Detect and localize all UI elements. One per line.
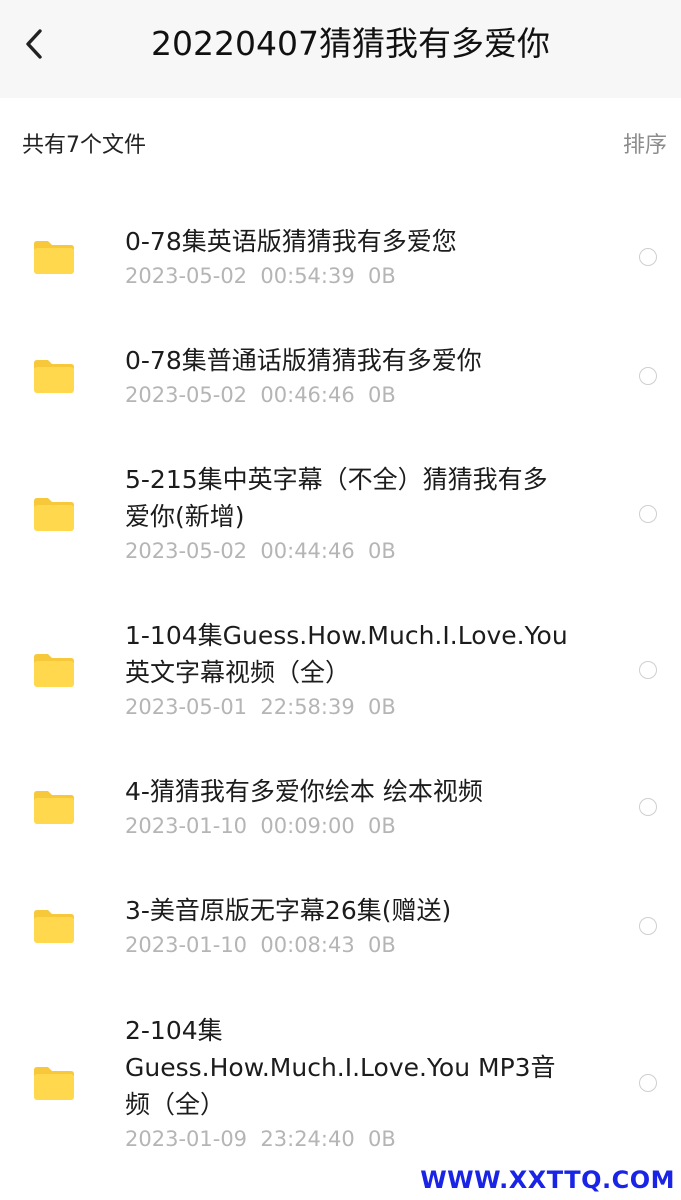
file-row[interactable]: 5-215集中英字幕（不全）猜猜我有多 爱你(新增) 2023-05-02 00:4… [0, 436, 681, 592]
file-name: 2-104集 Guess.How.Much.I.Love.You MP3音 频（全） [125, 1015, 556, 1119]
file-meta: 2023-05-01 22:58:39 0B [125, 695, 396, 719]
file-meta: 2023-05-02 00:44:46 0B [125, 539, 396, 563]
folder-icon [34, 241, 74, 274]
sort-button[interactable]: 排序 [623, 131, 667, 161]
folder-icon [34, 498, 74, 531]
file-row[interactable]: 2-104集 Guess.How.Much.I.Love.You MP3音 频（全）… [0, 986, 681, 1180]
file-row[interactable]: 4-猜猜我有多爱你绘本 绘本视频 2023-01-10 00:09:00 0B [0, 748, 681, 866]
file-meta: 2023-05-02 00:46:46 0B [125, 382, 396, 407]
file-row[interactable]: 0-78集英语版猜猜我有多爱您 2023-05-02 00:54:39 0B [0, 198, 681, 316]
file-count-label: 共有7个文件 [22, 133, 146, 158]
folder-icon [34, 1067, 74, 1100]
select-radio[interactable] [639, 248, 657, 266]
select-radio[interactable] [639, 505, 657, 523]
file-list: 0-78集英语版猜猜我有多爱您 2023-05-02 00:54:39 0B 0-7… [0, 198, 681, 1180]
back-button[interactable] [14, 22, 54, 66]
top-bar: 20220407猜猜我有多爱你 [0, 0, 681, 98]
folder-icon [34, 910, 74, 943]
folder-icon [34, 654, 74, 687]
file-name: 5-215集中英字幕（不全）猜猜我有多 爱你(新增) [125, 465, 548, 531]
watermark-text: WWW.XXTTQ.COM [420, 1166, 675, 1194]
page-title: 20220407猜猜我有多爱你 [151, 24, 550, 63]
file-meta: 2023-01-10 00:09:00 0B [125, 813, 396, 838]
select-radio[interactable] [639, 1074, 657, 1092]
file-text-group: 5-215集中英字幕（不全）猜猜我有多 爱你(新增) 2023-05-02 00:4… [125, 461, 615, 567]
folder-icon [34, 360, 74, 393]
file-row[interactable]: 0-78集普通话版猜猜我有多爱你 2023-05-02 00:46:46 0B [0, 316, 681, 436]
folder-icon [34, 791, 74, 824]
select-radio[interactable] [639, 661, 657, 679]
select-radio[interactable] [639, 917, 657, 935]
file-meta: 2023-01-10 00:08:43 0B [125, 932, 396, 957]
file-name: 4-猜猜我有多爱你绘本 绘本视频 [125, 776, 483, 806]
file-meta: 2023-05-02 00:54:39 0B [125, 263, 396, 288]
file-text-group: 2-104集 Guess.How.Much.I.Love.You MP3音 频（全）… [125, 1012, 615, 1155]
file-text-group: 0-78集英语版猜猜我有多爱您 2023-05-02 00:54:39 0B [125, 223, 615, 292]
chevron-left-icon [26, 29, 42, 59]
file-name: 3-美音原版无字幕26集(赠送) [125, 895, 452, 925]
file-text-group: 1-104集Guess.How.Much.I.Love.You 英文字幕视频（全）… [125, 617, 615, 723]
file-text-group: 3-美音原版无字幕26集(赠送) 2023-01-10 00:08:43 0B [125, 892, 615, 961]
file-row[interactable]: 3-美音原版无字幕26集(赠送) 2023-01-10 00:08:43 0B [0, 866, 681, 986]
file-row[interactable]: 1-104集Guess.How.Much.I.Love.You 英文字幕视频（全）… [0, 592, 681, 748]
select-radio[interactable] [639, 798, 657, 816]
file-name: 0-78集英语版猜猜我有多爱您 [125, 226, 457, 256]
file-text-group: 0-78集普通话版猜猜我有多爱你 2023-05-02 00:46:46 0B [125, 342, 615, 411]
file-meta: 2023-01-09 23:24:40 0B [125, 1126, 396, 1151]
file-name: 0-78集普通话版猜猜我有多爱你 [125, 345, 482, 375]
file-name: 1-104集Guess.How.Much.I.Love.You 英文字幕视频（全） [125, 621, 568, 687]
select-radio[interactable] [639, 367, 657, 385]
file-text-group: 4-猜猜我有多爱你绘本 绘本视频 2023-01-10 00:09:00 0B [125, 773, 615, 842]
